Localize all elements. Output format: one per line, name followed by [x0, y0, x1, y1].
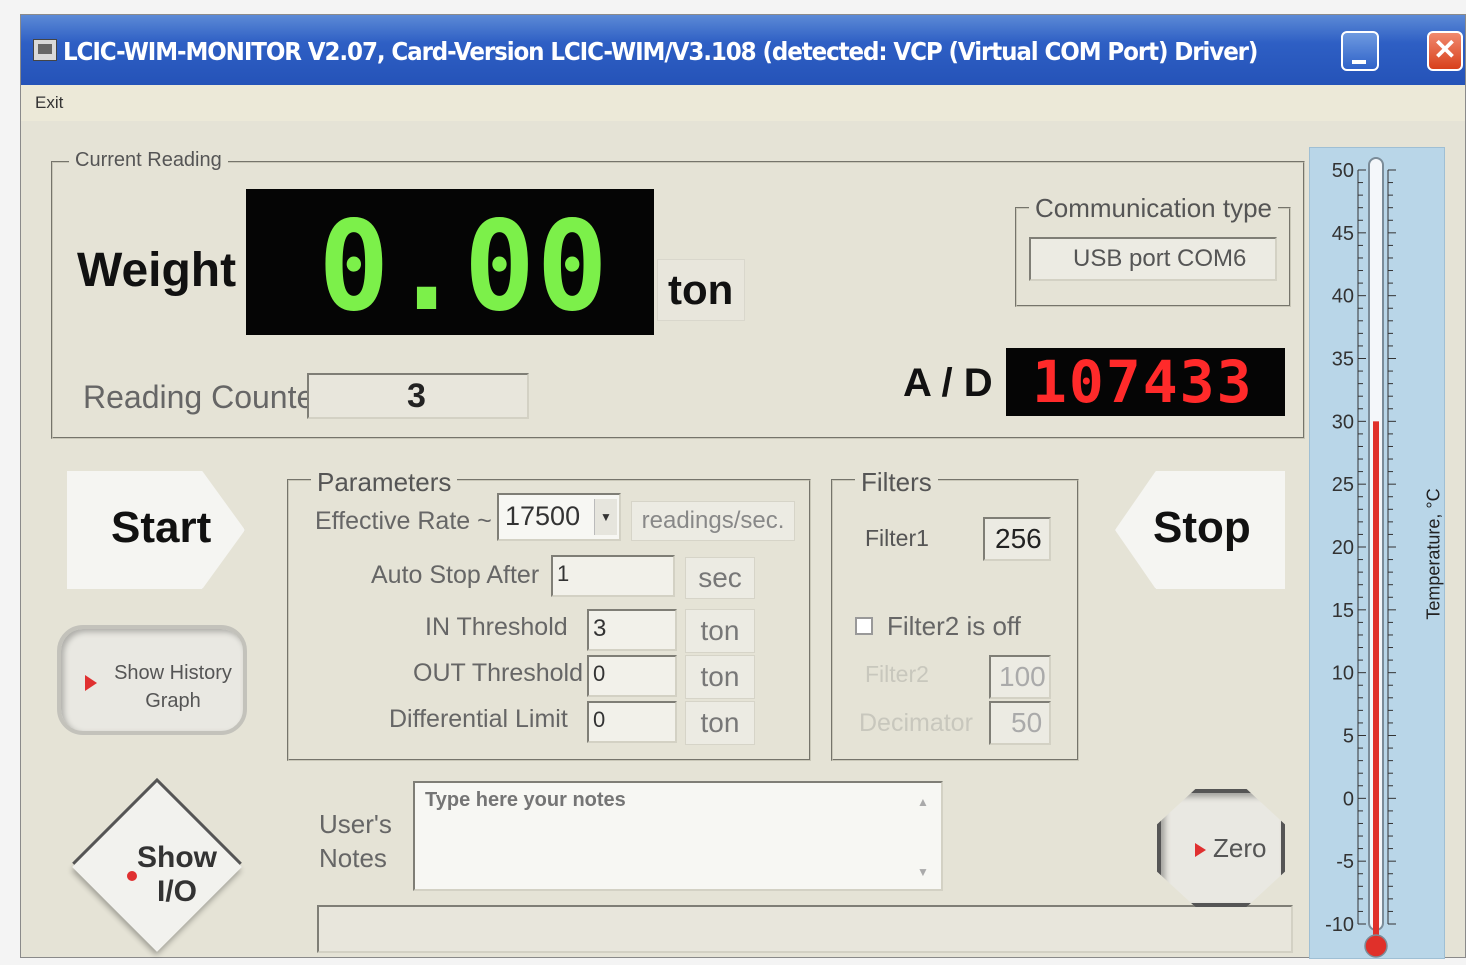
minimize-button[interactable] — [1341, 31, 1379, 71]
thermometer-tick-label: -5 — [1336, 851, 1354, 873]
weight-unit: ton — [668, 266, 734, 313]
app-icon — [33, 39, 57, 61]
thermometer-tick-label: 50 — [1332, 160, 1354, 182]
differential-limit-label: Differential Limit — [389, 705, 568, 733]
effective-rate-select[interactable]: 17500 ▼ — [497, 493, 621, 541]
show-history-label: Show History Graph — [114, 662, 232, 712]
auto-stop-label: Auto Stop After — [371, 561, 540, 589]
decimator-label: Decimator — [859, 709, 973, 737]
effective-rate-unit: readings/sec. — [641, 507, 785, 534]
notes-scroll-up-icon[interactable]: ▲ — [917, 795, 929, 809]
temperature-axis-label: Temperature, °C — [1423, 488, 1444, 620]
in-threshold-unit-box: ton — [685, 609, 755, 653]
filter1-value: 256 — [995, 523, 1042, 554]
thermometer-tick-label: 10 — [1332, 663, 1354, 685]
title-bar[interactable]: LCIC-WIM-MONITOR V2.07, Card-Version LCI… — [21, 15, 1465, 85]
show-io-dot-icon — [127, 871, 137, 881]
decimator-field[interactable]: 50 — [989, 701, 1051, 745]
filter2-field[interactable]: 100 — [989, 655, 1051, 699]
effective-rate-value: 17500 — [505, 501, 581, 531]
out-threshold-unit-box: ton — [685, 655, 755, 699]
window-title: LCIC-WIM-MONITOR V2.07, Card-Version LCI… — [63, 37, 1258, 66]
in-threshold-field[interactable]: 3 — [587, 609, 677, 651]
out-threshold-value: 0 — [593, 661, 606, 686]
users-notes-label: User's Notes — [319, 809, 392, 873]
thermometer-tick-label: 40 — [1332, 286, 1354, 308]
effective-rate-label: Effective Rate ~ — [315, 507, 492, 535]
menu-bar: Exit — [21, 85, 1465, 121]
in-threshold-value: 3 — [593, 615, 607, 642]
thermometer-tick-label: 0 — [1343, 788, 1354, 810]
thermometer-tick-label: 30 — [1332, 411, 1354, 433]
app-window: LCIC-WIM-MONITOR V2.07, Card-Version LCI… — [20, 14, 1466, 959]
reading-counter-field: 3 — [307, 373, 529, 419]
stop-button[interactable]: Stop — [1115, 471, 1285, 589]
thermometer-tick-label: 45 — [1332, 223, 1354, 245]
current-reading-legend: Current Reading — [69, 149, 228, 172]
close-icon: ✕ — [1433, 34, 1457, 65]
close-button[interactable]: ✕ — [1427, 31, 1463, 71]
stop-label: Stop — [1153, 503, 1251, 552]
reading-counter-value: 3 — [407, 377, 426, 415]
filter2-label: Filter2 — [865, 661, 929, 687]
play-icon — [85, 675, 97, 691]
in-threshold-label: IN Threshold — [425, 613, 568, 641]
filter1-field[interactable]: 256 — [983, 517, 1051, 561]
zero-label: Zero — [1213, 833, 1267, 863]
users-notes-textarea[interactable] — [413, 781, 943, 891]
differential-limit-unit-box: ton — [685, 701, 755, 745]
differential-limit-unit: ton — [700, 707, 740, 738]
auto-stop-unit: sec — [698, 562, 742, 593]
thermometer-tick-label: 25 — [1332, 474, 1354, 496]
communication-legend: Communication type — [1029, 193, 1278, 224]
filter1-label: Filter1 — [865, 525, 929, 551]
reading-counter-label: Reading Counter — [83, 379, 325, 415]
thermometer-bulb — [1364, 934, 1388, 958]
ad-value: 107433 — [1032, 348, 1254, 416]
thermometer-tick-label: 20 — [1332, 537, 1354, 559]
auto-stop-field[interactable]: 1 — [551, 555, 675, 597]
weight-value: 0.00 — [318, 195, 610, 339]
thermometer-tick-label: 35 — [1332, 349, 1354, 371]
play-icon — [1195, 843, 1206, 857]
filter2-checkbox[interactable] — [855, 617, 873, 635]
thermometer-tick-label: 15 — [1332, 600, 1354, 622]
thermometer-tick-label: 5 — [1343, 726, 1354, 748]
out-threshold-label: OUT Threshold — [413, 659, 583, 687]
auto-stop-value: 1 — [557, 561, 570, 586]
ad-label: A / D — [903, 361, 993, 405]
communication-value: USB port COM6 — [1073, 245, 1247, 272]
ad-display: 107433 — [1006, 348, 1285, 416]
thermometer-tick-label: -10 — [1325, 914, 1354, 936]
weight-label: Weight — [77, 244, 237, 297]
auto-stop-unit-box: sec — [685, 557, 755, 599]
communication-field: USB port COM6 — [1029, 237, 1277, 281]
thermometer-mercury — [1373, 421, 1379, 944]
out-threshold-field[interactable]: 0 — [587, 655, 677, 697]
start-button[interactable]: Start — [67, 471, 245, 589]
communication-group: Communication type USB port COM6 — [1015, 193, 1291, 307]
zero-button[interactable]: Zero — [1157, 789, 1285, 907]
parameters-legend: Parameters — [311, 467, 458, 498]
in-threshold-unit: ton — [700, 615, 740, 646]
dropdown-arrow-icon[interactable]: ▼ — [594, 499, 617, 535]
status-bar — [317, 905, 1293, 953]
filter2-value: 100 — [999, 661, 1046, 692]
filters-legend: Filters — [855, 467, 938, 498]
menu-exit[interactable]: Exit — [35, 93, 63, 113]
decimator-value: 50 — [1011, 707, 1043, 738]
notes-scroll-down-icon[interactable]: ▼ — [917, 865, 929, 879]
weight-unit-box: ton — [657, 259, 745, 321]
differential-limit-value: 0 — [593, 707, 606, 732]
filter2-checkbox-label[interactable]: Filter2 is off — [887, 611, 1021, 642]
out-threshold-unit: ton — [700, 661, 740, 692]
differential-limit-field[interactable]: 0 — [587, 701, 677, 743]
show-history-button[interactable]: Show History Graph — [57, 625, 247, 735]
thermometer-panel: 50 45 40 35 30 25 20 15 10 5 0 -5 -10 Temperature, °… — [1309, 147, 1445, 959]
show-io-label: Show I/O — [137, 841, 217, 908]
start-label: Start — [111, 503, 212, 552]
weight-display: 0.00 — [246, 189, 654, 339]
effective-rate-unit-box: readings/sec. — [631, 501, 795, 541]
